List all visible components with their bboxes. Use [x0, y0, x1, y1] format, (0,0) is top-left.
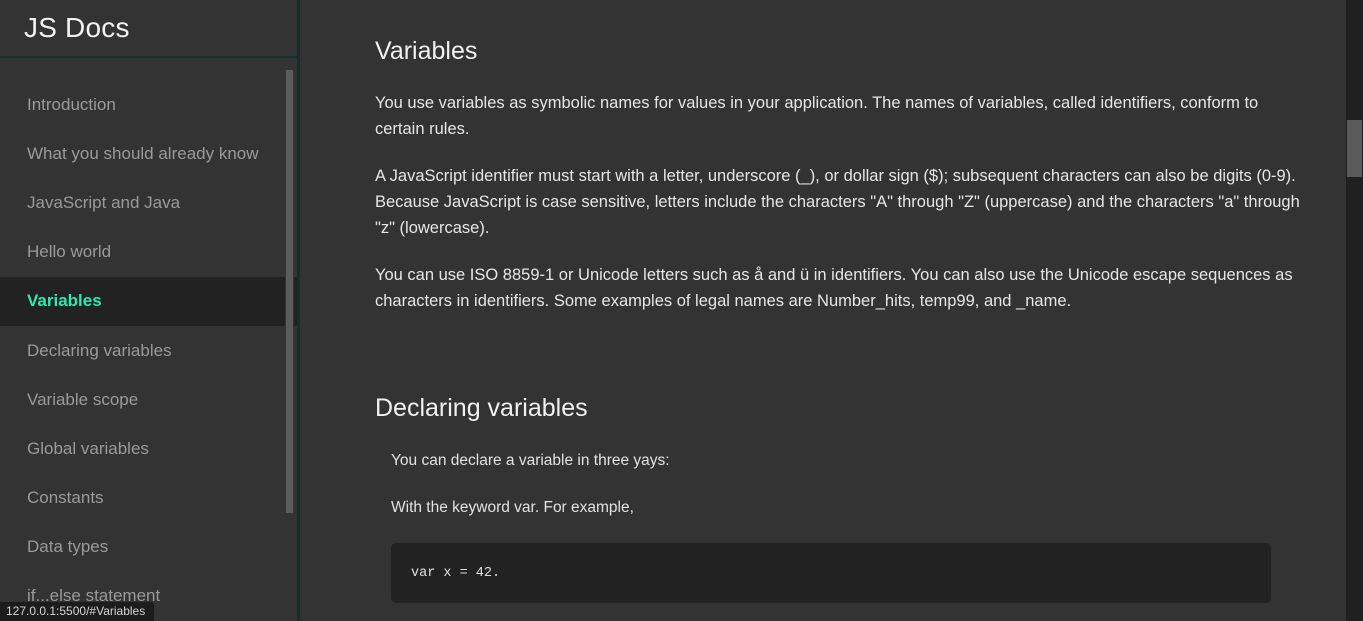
- status-bar-url: 127.0.0.1:5500/#Variables: [0, 602, 155, 621]
- sidebar-item-variables[interactable]: Variables: [0, 276, 297, 326]
- variables-paragraph-3: You can use ISO 8859-1 or Unicode letter…: [375, 266, 1293, 310]
- section-heading-declaring-variables: Declaring variables: [375, 394, 588, 422]
- sidebar-item-declaring-variables[interactable]: Declaring variables: [0, 326, 297, 375]
- sidebar-item-global-variables[interactable]: Global variables: [0, 424, 297, 473]
- sidebar-item-hello-world[interactable]: Hello world: [0, 228, 297, 277]
- sidebar-item-label: Variables: [27, 291, 102, 311]
- declaring-variables-body: You can declare a variable in three yays…: [375, 449, 1303, 621]
- sidebar-item-data-types[interactable]: Data types: [0, 523, 297, 572]
- sidebar-item-label: What you should already know: [27, 143, 259, 163]
- declaring-way-one-text: With the keyword var. For example,: [391, 499, 634, 516]
- page-title-variables: Variables: [375, 37, 478, 65]
- sidebar-item-label: Variable scope: [27, 389, 139, 409]
- site-title: JS Docs: [24, 12, 130, 43]
- browser-viewport: JS Docs Introduction What you should alr…: [0, 0, 1363, 621]
- variables-paragraph-2: A JavaScript identifier must start with …: [375, 167, 1300, 237]
- code-block-var-declaration: var x = 42.: [391, 543, 1271, 603]
- sidebar-item-label: Introduction: [27, 94, 116, 114]
- sidebar-scroll-area[interactable]: Introduction What you should already kno…: [0, 60, 297, 621]
- sidebar-item-what-you-should-already-know[interactable]: What you should already know: [0, 129, 297, 178]
- sidebar-scrollbar-thumb[interactable]: [286, 70, 293, 513]
- sidebar-item-label: Declaring variables: [27, 340, 172, 360]
- code-text: var x = 42.: [411, 566, 501, 581]
- sidebar-item-variable-scope[interactable]: Variable scope: [0, 375, 297, 424]
- sidebar-item-constants[interactable]: Constants: [0, 474, 297, 523]
- content-inner: Variables You use variables as symbolic …: [303, 0, 1363, 621]
- main-content: Variables You use variables as symbolic …: [303, 0, 1363, 621]
- declaring-intro-text: You can declare a variable in three yays…: [391, 452, 670, 469]
- page-scrollbar-track[interactable]: [1346, 0, 1363, 621]
- sidebar-item-introduction[interactable]: Introduction: [0, 80, 297, 129]
- sidebar-item-label: Data types: [27, 537, 109, 557]
- sidebar-nav: JS Docs Introduction What you should alr…: [0, 0, 300, 621]
- sidebar-item-label: JavaScript and Java: [27, 192, 181, 212]
- sidebar-item-javascript-and-java[interactable]: JavaScript and Java: [0, 178, 297, 227]
- sidebar-item-list: Introduction What you should already kno…: [0, 60, 297, 621]
- sidebar-item-label: Global variables: [27, 438, 149, 458]
- page-scrollbar-thumb[interactable]: [1347, 120, 1362, 177]
- sidebar-item-label: Constants: [27, 488, 104, 508]
- sidebar-item-label: Hello world: [27, 242, 112, 262]
- variables-paragraph-1: You use variables as symbolic names for …: [375, 94, 1259, 138]
- sidebar-header: JS Docs: [0, 0, 297, 58]
